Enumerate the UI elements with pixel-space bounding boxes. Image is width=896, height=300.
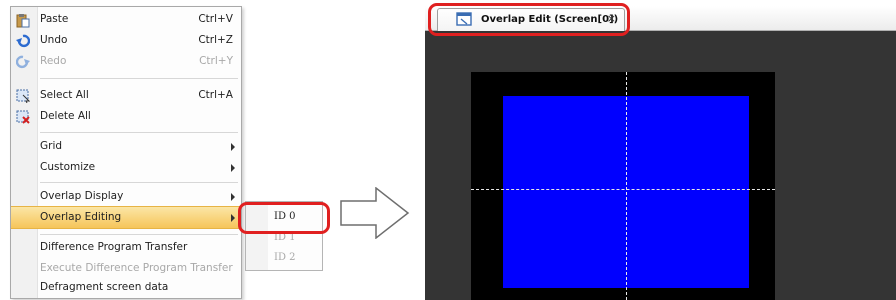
submenu-arrow-icon [231, 143, 235, 151]
tab-label: Overlap Edit (Screen[0]) [481, 14, 619, 25]
menu-item-shortcut: Ctrl+Y [199, 55, 233, 67]
menu-item-label: Redo [40, 55, 67, 67]
menu-item-label: Undo [40, 34, 68, 46]
menu-item-grid[interactable]: Grid [11, 136, 241, 157]
menu-item-execute-difference-program-transfer[interactable]: Execute Difference Program Transfer [11, 258, 241, 279]
menu-item-label: Paste [40, 13, 69, 25]
submenu-arrow-icon [231, 193, 235, 201]
select-all-icon [15, 88, 31, 104]
menu-separator [40, 132, 238, 133]
menu-item-redo[interactable]: Redo Ctrl+Y [11, 51, 241, 72]
menu-item-label: Select All [40, 89, 89, 101]
submenu-item-label: ID 1 [274, 232, 296, 243]
menu-item-undo[interactable]: Undo Ctrl+Z [11, 30, 241, 51]
menu-item-label: Difference Program Transfer [40, 241, 188, 253]
menu-item-overlap-display[interactable]: Overlap Display [11, 186, 241, 207]
submenu-item-label: ID 0 [274, 211, 296, 222]
menu-separator [40, 234, 238, 235]
submenu-arrow-icon [231, 164, 235, 172]
menu-item-difference-program-transfer[interactable]: Difference Program Transfer [11, 237, 241, 258]
menu-item-label: Execute Difference Program Transfer [40, 262, 233, 274]
undo-icon [15, 33, 31, 49]
right-arrow-icon [340, 187, 410, 239]
menu-item-shortcut: Ctrl+Z [198, 34, 233, 46]
redo-icon [15, 54, 31, 70]
menu-item-label: Grid [40, 140, 63, 152]
vertical-center-guide [626, 72, 627, 300]
screen-edit-icon [456, 12, 472, 30]
overlap-editing-submenu: ID 0 ID 1 ID 2 [245, 201, 323, 271]
submenu-item-id-2[interactable]: ID 2 [246, 249, 322, 268]
context-menu: Paste Ctrl+V Undo Ctrl+Z Redo Ctrl+Y Sel… [10, 6, 242, 299]
submenu-item-label: ID 2 [274, 252, 296, 263]
menu-separator [40, 182, 238, 183]
horizontal-center-guide [471, 189, 775, 190]
paste-icon [15, 12, 31, 28]
menu-item-label: Customize [40, 161, 96, 173]
tab-overlap-edit[interactable]: Overlap Edit (Screen[0]) × [437, 8, 625, 31]
menu-item-shortcut: Ctrl+V [198, 13, 233, 25]
menu-item-label: Overlap Editing [40, 211, 122, 223]
delete-all-icon [15, 109, 31, 125]
menu-item-delete-all[interactable]: Delete All [11, 106, 241, 127]
menu-item-shortcut: Ctrl+A [198, 89, 233, 101]
menu-item-label: Defragment screen data [40, 281, 169, 293]
menu-separator [40, 78, 238, 79]
menu-item-overlap-editing[interactable]: Overlap Editing [11, 206, 241, 229]
menu-item-paste[interactable]: Paste Ctrl+V [11, 9, 241, 30]
close-icon[interactable]: × [607, 12, 616, 25]
menu-item-defragment-screen-data[interactable]: Defragment screen data [11, 277, 241, 298]
submenu-arrow-icon [231, 214, 235, 222]
menu-item-label: Delete All [40, 110, 91, 122]
submenu-item-id-1[interactable]: ID 1 [246, 229, 322, 248]
submenu-item-id-0[interactable]: ID 0 [246, 208, 322, 227]
menu-item-select-all[interactable]: Select All Ctrl+A [11, 85, 241, 106]
menu-item-customize[interactable]: Customize [11, 157, 241, 178]
tab-strip: Overlap Edit (Screen[0]) × [425, 6, 896, 31]
menu-item-label: Overlap Display [40, 190, 124, 202]
